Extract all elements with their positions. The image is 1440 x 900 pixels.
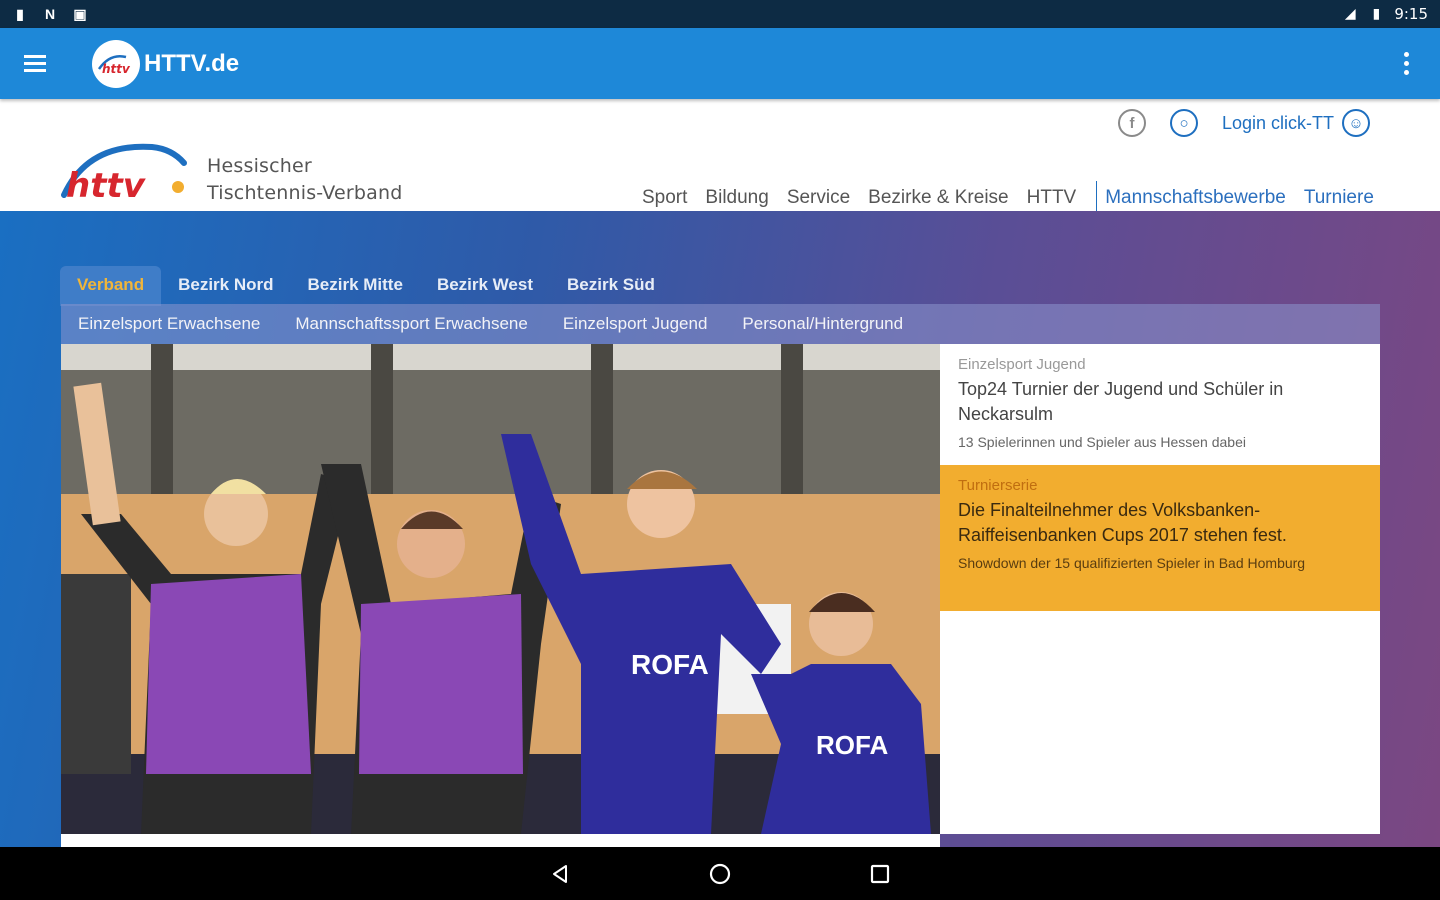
news-category: Turnierserie [958,477,1038,494]
news-subtitle: Showdown der 15 qualifizierten Spieler i… [958,555,1306,571]
news-subtitle: 13 Spielerinnen und Spieler aus Hessen d… [958,434,1246,450]
tab-verband[interactable]: Verband [60,266,162,306]
site-header: f ○ Login click-TT ☺ httv Hessischer Tis… [0,99,1440,215]
menu-icon[interactable] [24,47,58,81]
org-name-line2: Tischtennis-Verband [207,182,403,204]
org-name-line1: Hessischer [207,155,312,177]
tab-bezirk-sued[interactable]: Bezirk Süd [550,266,672,306]
battery-icon: ▮ [1372,6,1381,22]
news-panel: Einzelsport Jugend Top24 Turnier der Jug… [940,344,1380,834]
nav-divider [1096,181,1098,215]
news-item[interactable]: Einzelsport Jugend Top24 Turnier der Jug… [940,344,1380,465]
nav-item-turniere[interactable]: Turniere [1304,187,1374,209]
signal-icon: ◢ [1344,6,1356,22]
app-bar: httv HTTV.de [0,28,1440,99]
notification-n-icon: N [44,6,56,22]
recents-icon[interactable] [865,859,895,889]
status-time: 9:15 [1394,5,1428,23]
nav-item-bildung[interactable]: Bildung [705,187,768,209]
content-divider [61,834,940,847]
region-tabs: Verband Bezirk Nord Bezirk Mitte Bezirk … [60,266,672,306]
login-label: Login click-TT [1221,112,1334,133]
httv-logo-icon: httv [97,54,131,76]
org-name: Hessischer Tischtennis-Verband [207,153,402,207]
news-title: Top24 Turnier der Jugend und Schüler in … [958,379,1284,424]
nav-item-mannschaftsbewerbe[interactable]: Mannschaftsbewerbe [1105,187,1286,209]
tab-bezirk-west[interactable]: Bezirk West [420,266,550,306]
app-logo-text: httv [102,62,131,76]
facebook-icon[interactable]: f [1117,109,1146,137]
header-tools: f ○ Login click-TT ☺ [1117,109,1370,137]
news-category: Einzelsport Jugend [958,356,1086,373]
back-icon[interactable] [545,859,575,889]
shirt-text-1: ROFA [631,649,709,680]
tab-bezirk-mitte[interactable]: Bezirk Mitte [291,266,420,306]
app-logo: httv [92,39,140,88]
site-logo-text: httv [66,166,147,203]
status-icons-left: ▮ N ▣ [12,5,88,23]
status-bar: ▮ N ▣ ◢ ▮ 9:15 [0,0,1440,28]
subnav-personal-hintergrund[interactable]: Personal/Hintergrund [742,314,903,334]
hero-section: Verband Bezirk Nord Bezirk Mitte Bezirk … [0,211,1440,847]
home-icon[interactable] [705,859,735,889]
login-link[interactable]: Login click-TT ☺ [1222,109,1370,137]
subnav-einzelsport-jugend[interactable]: Einzelsport Jugend [563,314,708,334]
shirt-text-2: ROFA [816,730,888,760]
nav-item-httv[interactable]: HTTV [1027,187,1077,209]
tab-bezirk-nord[interactable]: Bezirk Nord [161,266,290,306]
photo-icon: ▣ [73,5,87,22]
subnav: Einzelsport Erwachsene Mannschaftssport … [61,304,1380,344]
overflow-menu-icon[interactable] [1396,47,1416,81]
celebrating-players-image: ROFA ROFA [61,344,940,834]
status-icons-right: ◢ ▮ 9:15 [1342,5,1428,23]
subnav-einzelsport-erwachsene[interactable]: Einzelsport Erwachsene [78,314,260,334]
nav-item-sport[interactable]: Sport [642,187,687,209]
news-item-highlighted[interactable]: Turnierserie Die Finalteilnehmer des Vol… [940,465,1380,611]
search-icon[interactable]: ○ [1169,109,1198,137]
nav-item-service[interactable]: Service [787,187,850,209]
user-icon: ☺ [1342,109,1370,137]
subnav-mannschaftssport-erwachsene[interactable]: Mannschaftssport Erwachsene [295,314,527,334]
hero-image[interactable]: ROFA ROFA › [61,344,940,834]
news-title: Die Finalteilnehmer des Volksbanken-Raif… [958,500,1287,545]
app-title: HTTV.de [144,49,240,77]
site-logo[interactable]: httv [60,137,192,203]
main-nav: Sport Bildung Service Bezirke & Kreise H… [642,181,1392,215]
nav-item-bezirke-kreise[interactable]: Bezirke & Kreise [868,187,1008,209]
sim-icon: ▮ [16,5,24,22]
android-nav-bar [0,847,1440,900]
